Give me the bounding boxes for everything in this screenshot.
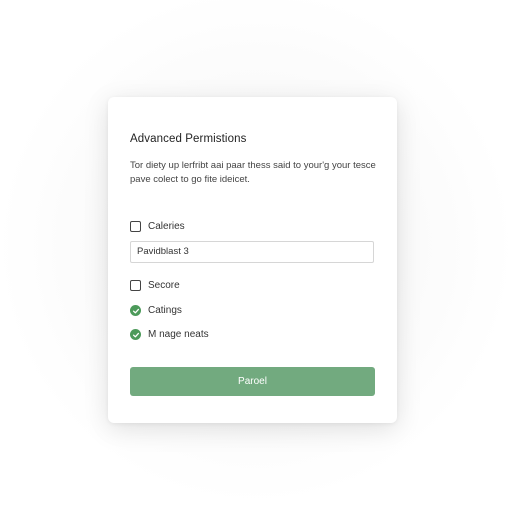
check-circle-icon[interactable] bbox=[130, 305, 141, 316]
option-label: Catings bbox=[148, 305, 182, 316]
check-circle-icon[interactable] bbox=[130, 329, 141, 340]
option-caleries[interactable]: Caleries bbox=[130, 221, 185, 232]
option-catings[interactable]: Catings bbox=[130, 305, 182, 316]
dialog-description: Tor diety up lerfribt aai paar thess sai… bbox=[130, 160, 376, 185]
option-label: M nage neats bbox=[148, 329, 209, 340]
option-manage-neats[interactable]: M nage neats bbox=[130, 329, 209, 340]
option-label: Secore bbox=[148, 280, 180, 291]
checkbox-empty-icon[interactable] bbox=[130, 221, 141, 232]
option-label: Caleries bbox=[148, 221, 185, 232]
page-background: Advanced Permistions Tor diety up lerfri… bbox=[0, 0, 512, 512]
checkbox-empty-icon[interactable] bbox=[130, 280, 141, 291]
name-input[interactable]: Pavidblast 3 bbox=[130, 241, 374, 263]
submit-button[interactable]: Paroel bbox=[130, 367, 375, 396]
option-secore[interactable]: Secore bbox=[130, 280, 180, 291]
permissions-dialog: Advanced Permistions Tor diety up lerfri… bbox=[108, 97, 397, 423]
dialog-title: Advanced Permistions bbox=[130, 133, 247, 145]
